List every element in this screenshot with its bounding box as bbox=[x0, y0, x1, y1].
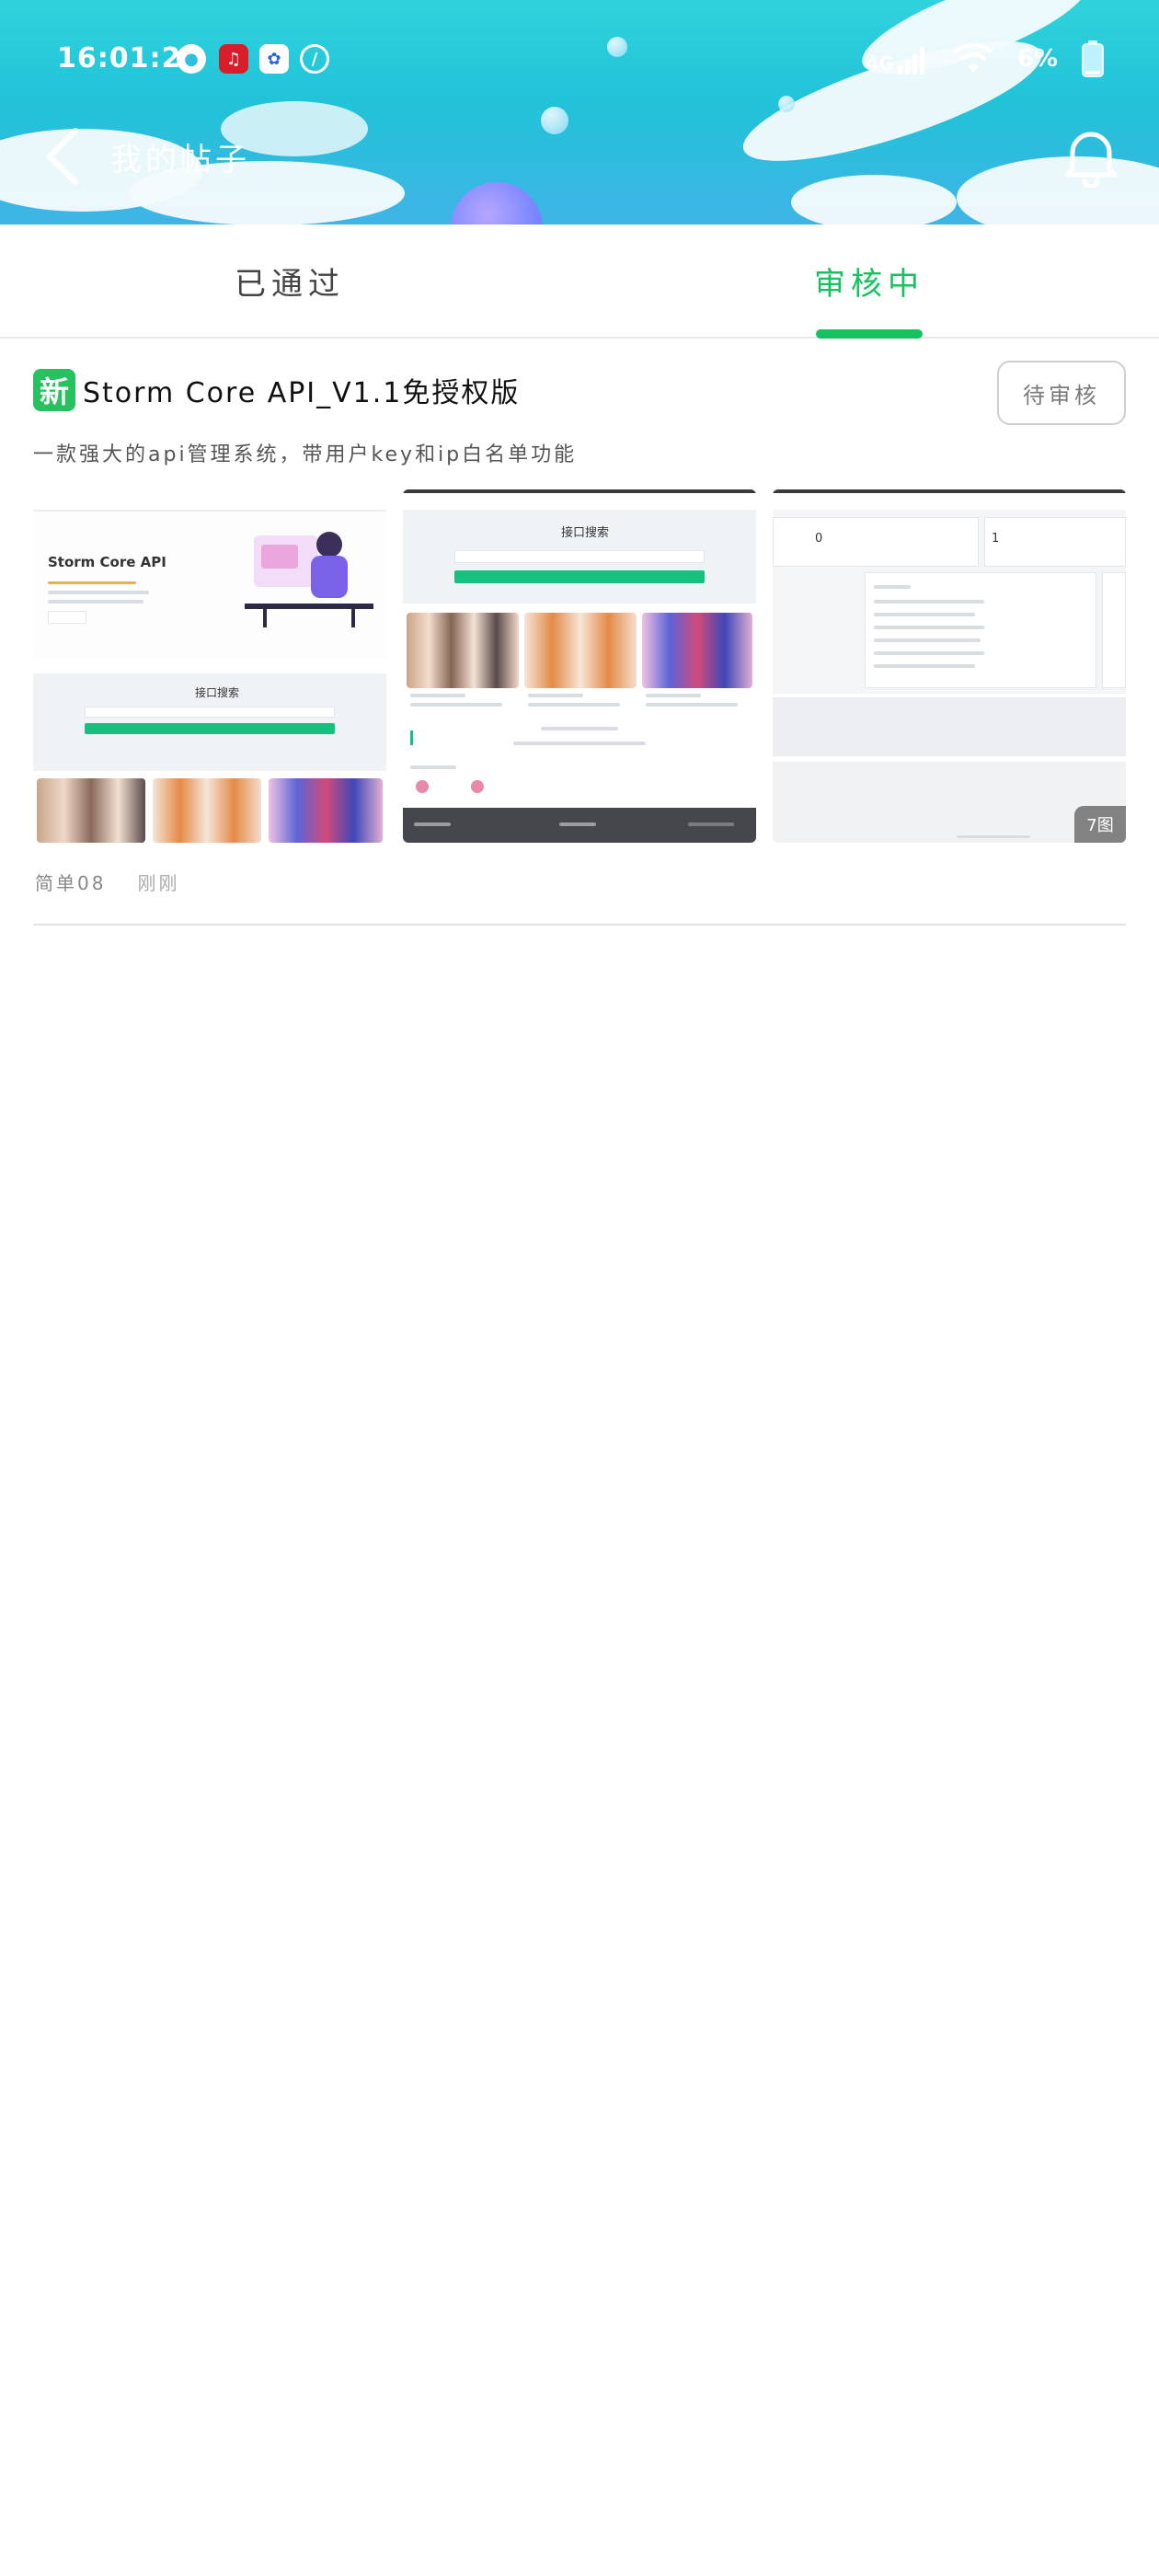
network-label: 4G bbox=[866, 52, 894, 75]
active-tab-indicator bbox=[816, 329, 923, 339]
notification-button[interactable] bbox=[1058, 123, 1124, 190]
wifi-icon bbox=[953, 43, 993, 73]
thumbnail-3[interactable]: 0 1 7图 bbox=[773, 489, 1126, 843]
pending-review-button[interactable]: 待审核 bbox=[997, 361, 1126, 425]
tab-approved[interactable]: 已通过 bbox=[0, 224, 580, 337]
app-notification-icon: ● bbox=[177, 44, 206, 74]
tab-under-review-label: 审核中 bbox=[814, 265, 924, 303]
baidu-app-icon: ✿ bbox=[259, 44, 289, 74]
thumbnail-1[interactable]: Storm Core API 接口搜索 bbox=[33, 489, 386, 843]
post-title-row: 新 Storm Core API_V1.1免授权版 bbox=[33, 362, 953, 418]
battery-percent: 6% bbox=[1016, 45, 1058, 73]
new-badge: 新 bbox=[33, 369, 75, 411]
thumb-3-value-2: 1 bbox=[992, 532, 1000, 546]
post-meta: 简单08 刚刚 bbox=[35, 868, 179, 895]
tab-approved-label: 已通过 bbox=[235, 265, 345, 303]
music-app-icon: ♫ bbox=[219, 44, 248, 74]
app-leaf-icon: / bbox=[300, 44, 329, 74]
post-divider bbox=[33, 924, 1126, 926]
post-description: 一款强大的api管理系统，带用户key和ip白名单功能 bbox=[33, 443, 578, 466]
thumbnail-2[interactable]: 接口搜索 bbox=[403, 489, 756, 843]
post-time: 刚刚 bbox=[137, 872, 180, 894]
page-title: 我的帖子 bbox=[110, 142, 250, 178]
back-button[interactable] bbox=[35, 127, 90, 186]
signal-icon: 4G bbox=[866, 43, 929, 75]
thumb-2-search-title: 接口搜索 bbox=[561, 526, 610, 540]
header-banner: 16:01:21 ● ♫ ✿ / 4G 6% 我的帖子 bbox=[0, 0, 1159, 224]
tab-under-review[interactable]: 审核中 bbox=[580, 224, 1159, 339]
post-author[interactable]: 简单08 bbox=[35, 868, 106, 895]
post-title[interactable]: Storm Core API_V1.1免授权版 bbox=[83, 370, 520, 410]
nav-bar: 我的帖子 bbox=[0, 110, 1159, 202]
thumb-heading: Storm Core API bbox=[48, 554, 166, 570]
status-bar: 16:01:21 ● ♫ ✿ / 4G 6% bbox=[0, 37, 1159, 83]
bell-icon bbox=[1064, 132, 1118, 188]
thumb-3-value-1: 0 bbox=[815, 532, 823, 546]
thumb-1-search-title: 接口搜索 bbox=[195, 686, 240, 699]
chevron-left-icon bbox=[47, 128, 78, 185]
tab-bar: 已通过 审核中 bbox=[0, 224, 1159, 339]
thumbnail-grid: Storm Core API 接口搜索 接口搜索 0 1 7图 bbox=[33, 489, 1126, 843]
battery-icon bbox=[1082, 40, 1104, 77]
image-count-badge: 7图 bbox=[1074, 806, 1126, 843]
